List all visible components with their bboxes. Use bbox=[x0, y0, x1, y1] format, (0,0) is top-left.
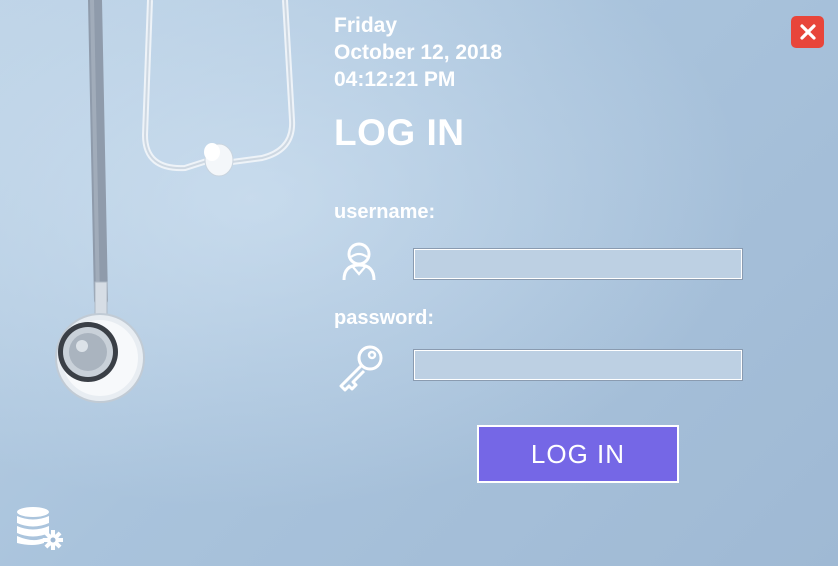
page-title: LOG IN bbox=[334, 112, 465, 153]
datetime-display: Friday October 12, 2018 04:12:21 PM bbox=[334, 12, 502, 93]
user-icon bbox=[342, 242, 376, 281]
password-field[interactable] bbox=[413, 349, 743, 381]
key-icon bbox=[339, 345, 383, 392]
time-text: 04:12:21 PM bbox=[334, 68, 456, 91]
date-text: October 12, 2018 bbox=[334, 41, 503, 64]
stethoscope-image bbox=[55, 0, 296, 403]
password-label: password: bbox=[334, 307, 435, 329]
username-label: username: bbox=[334, 201, 436, 223]
login-button[interactable]: LOG IN bbox=[477, 425, 679, 483]
day-text: Friday bbox=[334, 14, 398, 37]
database-settings-icon[interactable] bbox=[14, 505, 64, 551]
username-field[interactable] bbox=[413, 248, 743, 280]
close-button[interactable] bbox=[791, 16, 824, 48]
close-icon bbox=[799, 24, 816, 40]
